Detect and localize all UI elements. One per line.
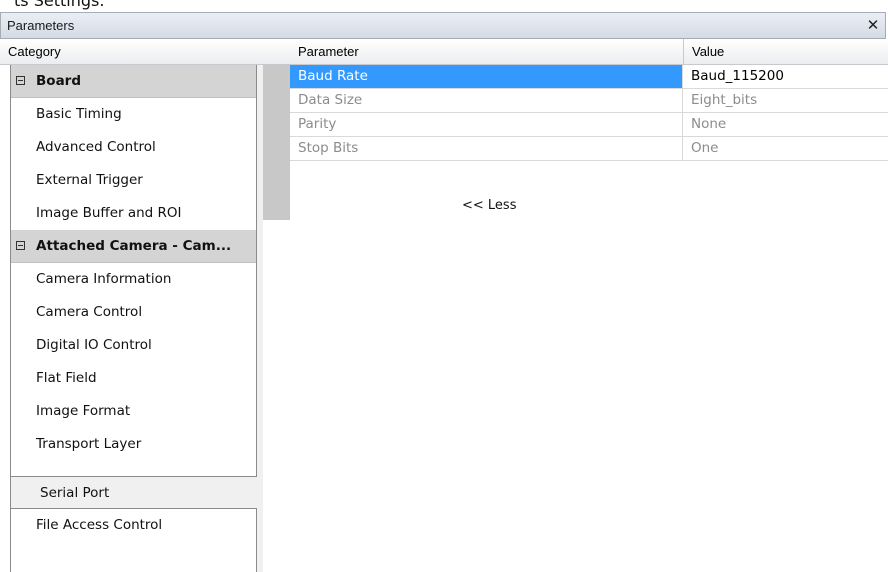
category-item-file-access-control[interactable]: File Access Control (11, 509, 256, 542)
category-item-camera-information[interactable]: Camera Information (11, 263, 256, 296)
category-tree: Board Basic Timing Advanced Control Exte… (10, 65, 257, 572)
parameter-column-header[interactable]: Parameter (290, 39, 684, 65)
clipped-caption: ts Settings. (0, 0, 888, 12)
category-item-camera-control[interactable]: Camera Control (11, 296, 256, 329)
category-item-basic-timing[interactable]: Basic Timing (11, 98, 256, 131)
parameter-row-parity[interactable]: Parity None (290, 113, 888, 137)
category-item-advanced-control[interactable]: Advanced Control (11, 131, 256, 164)
window-title: Parameters (7, 18, 75, 33)
category-item-image-format[interactable]: Image Format (11, 395, 256, 428)
less-link[interactable]: << Less (462, 198, 516, 213)
category-item-transport-layer[interactable]: Transport Layer (11, 428, 256, 461)
collapse-icon[interactable] (16, 241, 25, 250)
category-item-serial-port[interactable]: Serial Port (10, 476, 257, 509)
category-item-digital-io-control[interactable]: Digital IO Control (11, 329, 256, 362)
value-column-header[interactable]: Value (684, 39, 888, 65)
category-column-header[interactable]: Category (0, 39, 290, 65)
parameter-row-stop-bits[interactable]: Stop Bits One (290, 137, 888, 161)
category-group-board[interactable]: Board (11, 65, 256, 98)
category-group-attached-camera[interactable]: Attached Camera - Cam... (11, 230, 256, 263)
category-item-flat-field[interactable]: Flat Field (11, 362, 256, 395)
row-gutter (263, 65, 290, 220)
parameter-row-baud-rate[interactable]: Baud Rate Baud_115200 (290, 65, 888, 89)
collapse-icon[interactable] (16, 76, 25, 85)
parameter-row-data-size[interactable]: Data Size Eight_bits (290, 89, 888, 113)
category-item-external-trigger[interactable]: External Trigger (11, 164, 256, 197)
category-item-image-buffer-roi[interactable]: Image Buffer and ROI (11, 197, 256, 230)
close-icon[interactable]: ✕ (865, 16, 881, 34)
window-titlebar: Parameters ✕ (0, 12, 886, 39)
